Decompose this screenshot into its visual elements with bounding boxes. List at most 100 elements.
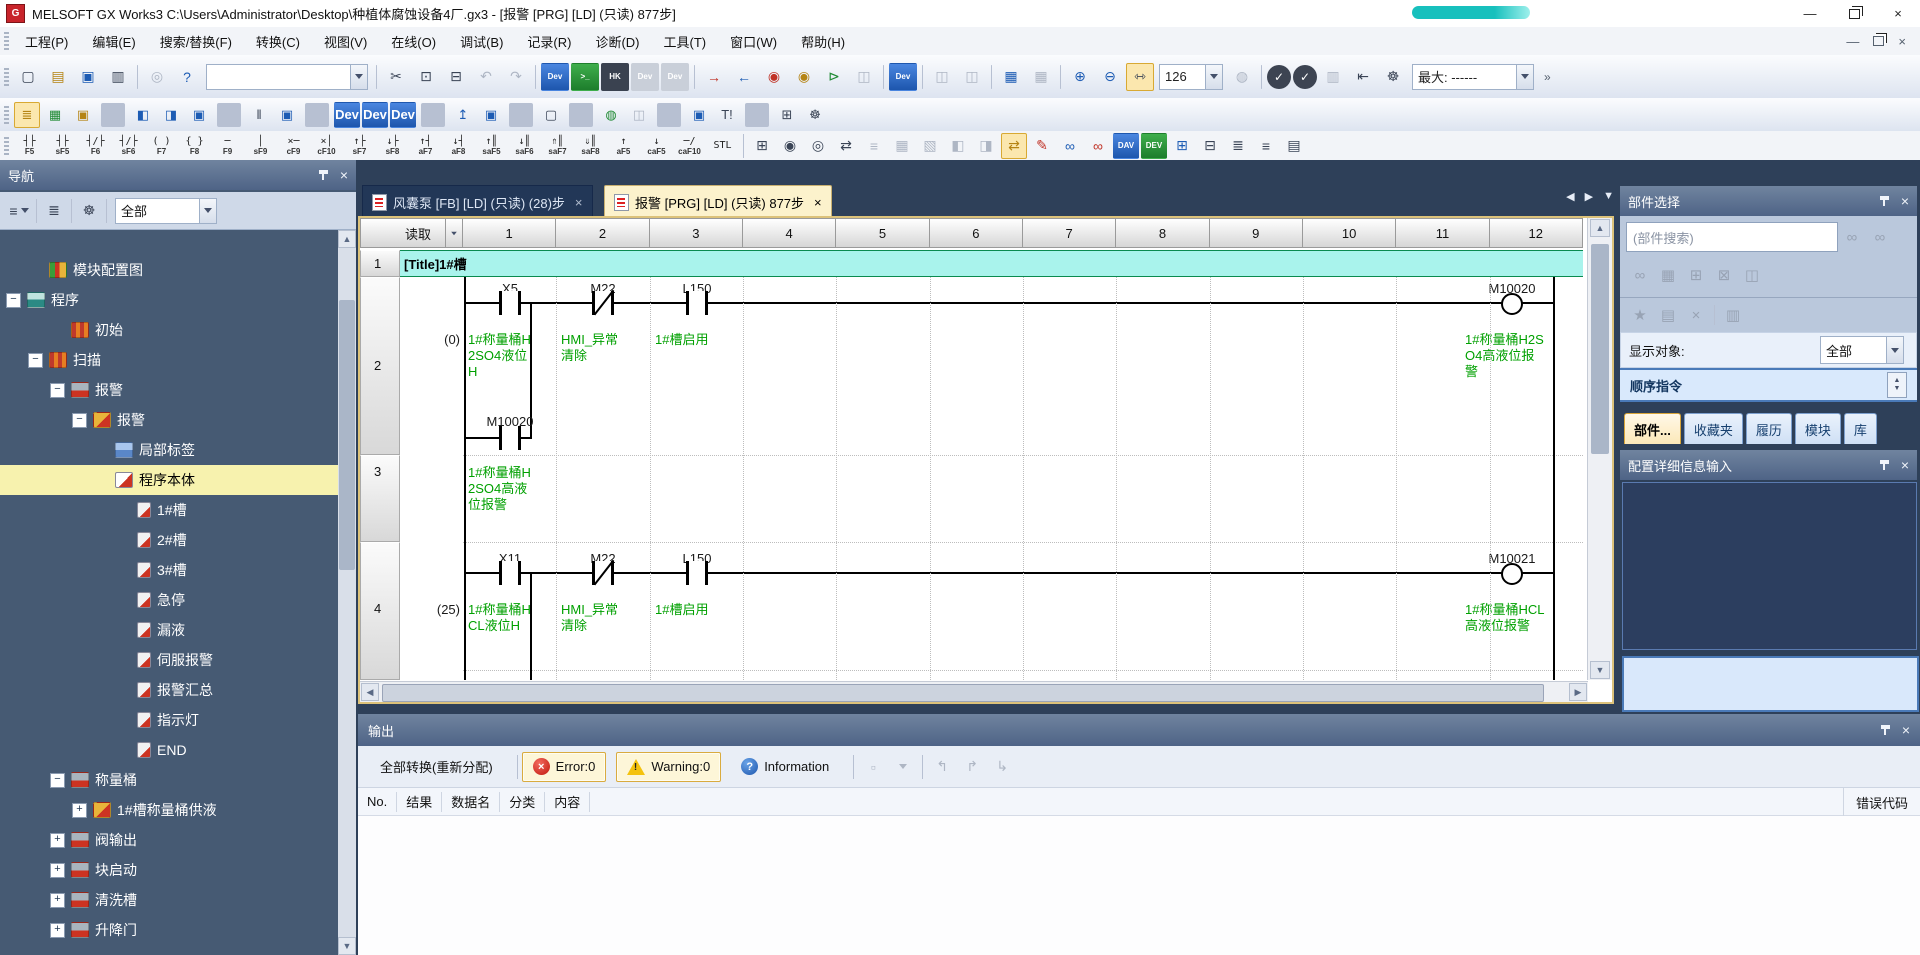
device-memory-icon[interactable]: Dev — [362, 102, 388, 128]
tab-list-icon[interactable]: ▼ — [1603, 190, 1614, 203]
pin-icon[interactable] — [318, 169, 330, 182]
menu-item[interactable]: 编辑(E) — [80, 28, 147, 55]
inline-st-icon[interactable]: ▧ — [917, 133, 943, 159]
list-icon-disabled[interactable]: ▥ — [1319, 63, 1347, 91]
pointer-icon[interactable]: ▦ — [889, 133, 915, 159]
tree-expander[interactable]: + — [50, 863, 65, 878]
tree-item-servo-alarm[interactable]: 伺服报警 — [0, 645, 338, 675]
find-instruction-icon[interactable]: ∞ — [1085, 133, 1111, 159]
simulation-icon[interactable]: ▣ — [686, 102, 712, 128]
device-list-icon[interactable]: ▦ — [1654, 262, 1682, 288]
delete-vertical-line-icon[interactable]: ×│ cF10 — [310, 132, 343, 160]
scroll-thumb[interactable] — [382, 684, 1544, 702]
flag-search-icon[interactable]: ⊳ — [820, 63, 848, 91]
coil-M10021[interactable] — [1501, 563, 1523, 585]
device-read-icon[interactable]: >_ — [571, 63, 599, 91]
device-verify-icon[interactable]: HK — [601, 63, 629, 91]
undo-icon[interactable]: ↶ — [472, 63, 500, 91]
find-device-icon[interactable]: ∞ — [1057, 133, 1083, 159]
horizontal-line-icon[interactable]: ─ F9 — [211, 132, 244, 160]
edit-block-icon[interactable]: ◧ — [945, 133, 971, 159]
ethernet-icon[interactable]: ◍ — [598, 102, 624, 128]
clear-messages-icon[interactable]: ↳ — [988, 753, 1016, 781]
remote-operation-icon[interactable]: ◉ — [790, 63, 818, 91]
no-contact-L150[interactable] — [686, 291, 708, 315]
falling-pulse-icon[interactable]: ↓├ sF8 — [376, 132, 409, 160]
invert-operation-icon[interactable]: ─/ caF10 — [673, 132, 706, 160]
next-message-icon[interactable]: ↱ — [958, 753, 986, 781]
pin-icon[interactable] — [1880, 724, 1892, 737]
falling-pulse-close-icon[interactable]: ↓┤ aF8 — [442, 132, 475, 160]
cross-reference-icon[interactable]: ⇄ — [1001, 133, 1027, 159]
tree-filter-combo[interactable]: 全部 — [115, 198, 217, 224]
tree-expander[interactable]: + — [50, 833, 65, 848]
menu-item[interactable]: 转换(C) — [244, 28, 312, 55]
scroll-down-icon[interactable]: ▼ — [1590, 661, 1610, 679]
check-parameter-icon[interactable]: ✓ — [1293, 65, 1317, 89]
tree-expander[interactable]: − — [50, 773, 65, 788]
list-view-icon[interactable]: ≣ — [1225, 133, 1251, 159]
statement-edit-icon[interactable]: ◎ — [805, 133, 831, 159]
minimize-button[interactable]: — — [1788, 0, 1832, 27]
parts-tab-library[interactable]: 库 — [1844, 413, 1877, 444]
menu-item[interactable]: 窗口(W) — [718, 28, 789, 55]
max-steps-combo[interactable]: 最大: ------ — [1412, 64, 1534, 90]
combo-dropdown-icon[interactable] — [1886, 337, 1903, 363]
tab-scroll-left-icon[interactable]: ◀ — [1566, 190, 1574, 203]
device-edit-icon[interactable]: ✎ — [1029, 133, 1055, 159]
comment-edit-icon[interactable]: ◉ — [777, 133, 803, 159]
scroll-up-icon[interactable]: ▲ — [1590, 219, 1610, 237]
download-icon[interactable]: ▣ — [478, 102, 504, 128]
menu-item[interactable]: 搜索/替换(F) — [148, 28, 244, 55]
watch-icon[interactable]: ☸ — [1379, 63, 1407, 91]
tab-bellows-pump[interactable]: 风囊泵 [FB] [LD] (只读) (28)步 × — [362, 185, 593, 220]
tree-item-cleaning-tank[interactable]: + 清洗槽 — [0, 885, 338, 915]
tree-expander[interactable]: + — [72, 803, 87, 818]
nc-contact-M22[interactable] — [592, 561, 614, 585]
paste-icon[interactable]: ⊟ — [442, 63, 470, 91]
or-falling-pulse-icon[interactable]: ↓║ saF6 — [508, 132, 541, 160]
zoom-in-icon[interactable]: ⊕ — [1066, 63, 1094, 91]
tree-display-icon[interactable]: ≡ — [7, 199, 31, 223]
new-window-icon[interactable]: ▢ — [538, 102, 564, 128]
previous-message-icon[interactable]: ↰ — [928, 753, 956, 781]
tree-expander[interactable]: − — [50, 383, 65, 398]
parts-search-input[interactable]: (部件搜索) — [1626, 222, 1838, 252]
tree-item-local-label[interactable]: 局部标签 — [0, 435, 338, 465]
application-instruction-icon[interactable]: { } F8 — [178, 132, 211, 160]
coil-icon[interactable]: ( ) F7 — [145, 132, 178, 160]
zoom-level-combo[interactable]: 126 — [1159, 64, 1223, 90]
tab-scroll-right-icon[interactable]: ▶ — [1585, 190, 1593, 203]
edit-mode-icon[interactable]: ⊞ — [749, 133, 775, 159]
or-open-contact-icon[interactable]: ┤├ sF5 — [46, 132, 79, 160]
menu-item[interactable]: 记录(R) — [515, 28, 583, 55]
project-combo[interactable] — [206, 64, 368, 90]
menu-item[interactable]: 工具(T) — [652, 28, 719, 55]
tab-close-icon[interactable]: × — [575, 195, 583, 210]
read-mode-cell[interactable]: 读取 — [360, 218, 446, 248]
tree-item-lift-door[interactable]: + 升降门 — [0, 915, 338, 945]
no-contact-L150[interactable] — [686, 561, 708, 585]
close-contact-icon[interactable]: ┤/├ F6 — [79, 132, 112, 160]
new-project-icon[interactable]: ▢ — [14, 63, 42, 91]
find-previous-icon[interactable]: ∞ — [1866, 224, 1894, 250]
dev-batch-icon[interactable]: DEV — [1141, 133, 1167, 159]
no-contact-X5[interactable] — [499, 291, 521, 315]
detail-panel-input[interactable] — [1622, 656, 1919, 712]
tree-expander[interactable]: − — [6, 293, 21, 308]
output-option-icon[interactable]: ▫ — [859, 753, 887, 781]
tree-item-weighing-bucket[interactable]: − 称量桶 — [0, 765, 338, 795]
tree-item-module-config[interactable]: 模块配置图 — [0, 255, 338, 285]
scroll-thumb[interactable] — [339, 300, 355, 570]
device-comment-icon[interactable]: Dev — [334, 102, 360, 128]
delete-icon[interactable]: × — [1682, 302, 1710, 328]
close-icon[interactable]: × — [340, 168, 348, 182]
tree-item-tank2[interactable]: 2#槽 — [0, 525, 338, 555]
device-label-icon[interactable]: Dev — [390, 102, 416, 128]
tree-item-tank3[interactable]: 3#槽 — [0, 555, 338, 585]
information-filter-button[interactable]: ? Information — [731, 753, 839, 781]
error-filter-button[interactable]: × Error:0 — [522, 752, 607, 782]
new-folder-icon[interactable]: ▤ — [1654, 302, 1682, 328]
rising-pulse-close-icon[interactable]: ↑┤ aF7 — [409, 132, 442, 160]
child-close-button[interactable]: × — [1898, 34, 1906, 49]
